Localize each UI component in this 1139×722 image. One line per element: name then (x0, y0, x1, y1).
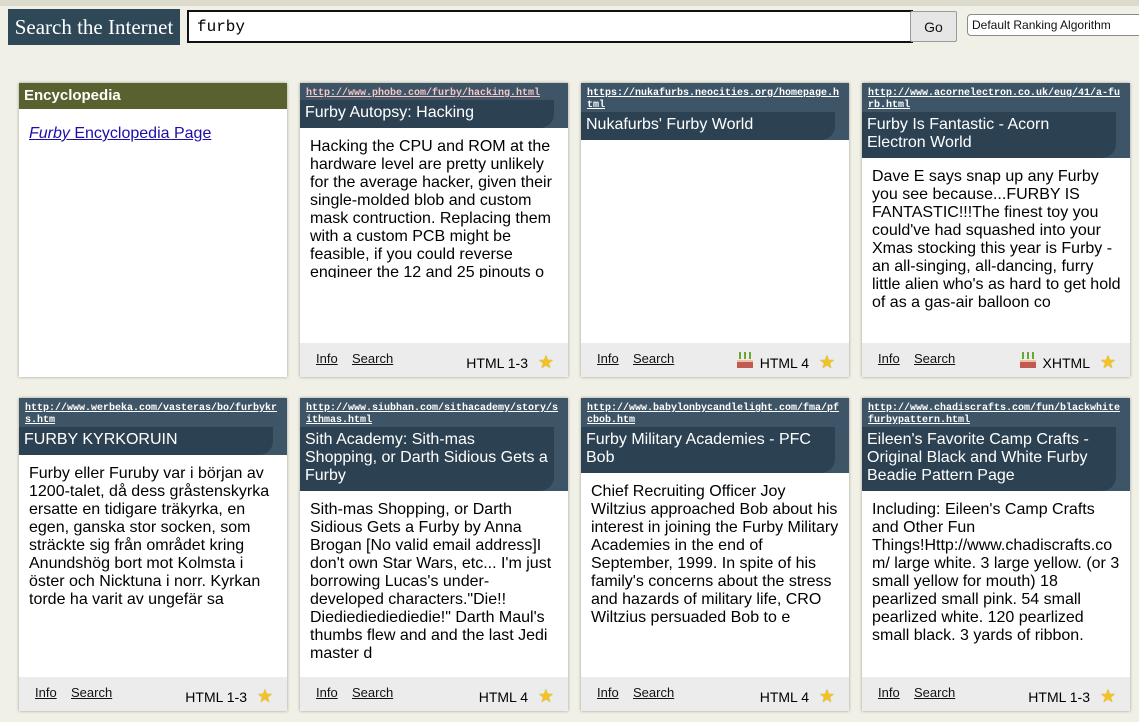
format-label: HTML 4 (759, 355, 809, 371)
search-link[interactable]: Search (914, 351, 955, 366)
star-icon[interactable]: ★ (819, 352, 835, 373)
encyclopedia-header: Encyclopedia (19, 83, 287, 109)
star-icon[interactable]: ★ (1100, 686, 1116, 707)
info-link[interactable]: Info (316, 685, 338, 700)
result-snippet: Sith-mas Shopping, or Darth Sidious Gets… (310, 501, 552, 662)
result-footer: Info Search HTML 4 ★ (300, 677, 568, 711)
info-link[interactable]: Info (597, 685, 619, 700)
star-icon[interactable]: ★ (257, 686, 273, 707)
result-snippet (581, 140, 849, 290)
info-link[interactable]: Info (316, 351, 338, 366)
result-url[interactable]: http://www.babylonbycandlelight.com/fma/… (581, 398, 849, 427)
result-snippet: Chief Recruiting Officer Joy Wiltzius ap… (591, 483, 839, 626)
result-card: http://www.werbeka.com/vasteras/bo/furby… (19, 398, 287, 711)
search-header: Search the Internet Go Default Ranking A… (0, 6, 1139, 48)
result-card: https://nukafurbs.neocities.org/homepage… (581, 83, 849, 377)
result-card: http://www.chadiscrafts.com/fun/blackwhi… (862, 398, 1130, 711)
result-title[interactable]: Furby Military Academies - PFC Bob (581, 427, 835, 473)
encyclopedia-link-term: Furby (29, 125, 70, 142)
encyclopedia-link[interactable]: Furby Encyclopedia Page (29, 125, 287, 143)
result-footer: Info Search HTML 1-3 ★ (19, 677, 287, 711)
result-title[interactable]: Furby Is Fantastic - Acorn Electron Worl… (862, 112, 1116, 158)
search-input[interactable] (187, 10, 913, 43)
result-url[interactable]: http://www.phobe.com/furby/hacking.html (300, 83, 568, 100)
result-title[interactable]: Eileen's Favorite Camp Crafts - Original… (862, 427, 1116, 491)
go-button[interactable]: Go (910, 11, 957, 42)
result-card: http://www.phobe.com/furby/hacking.html F… (300, 83, 568, 377)
info-link[interactable]: Info (878, 351, 900, 366)
result-card: http://www.babylonbycandlelight.com/fma/… (581, 398, 849, 711)
star-icon[interactable]: ★ (538, 352, 554, 373)
info-link[interactable]: Info (878, 685, 900, 700)
result-footer: Info Search XHTML ★ (862, 343, 1130, 377)
result-snippet: Hacking the CPU and ROM at the hardware … (310, 138, 552, 278)
result-footer: Info Search HTML 1-3 ★ (300, 343, 568, 377)
search-link[interactable]: Search (633, 685, 674, 700)
result-footer: Info Search HTML 4 ★ (581, 677, 849, 711)
search-link[interactable]: Search (633, 351, 674, 366)
search-link[interactable]: Search (352, 685, 393, 700)
result-snippet: Dave E says snap up any Furby you see be… (872, 168, 1121, 311)
format-label: XHTML (1042, 355, 1090, 371)
result-title[interactable]: Nukafurbs' Furby World (581, 112, 835, 140)
result-card: http://www.siubhan.com/sithacademy/story… (300, 398, 568, 711)
result-title[interactable]: Furby Autopsy: Hacking (300, 100, 554, 128)
result-footer: Info Search HTML 4 ★ (581, 343, 849, 377)
format-label: HTML 4 (478, 689, 528, 705)
encyclopedia-link-suffix: Encyclopedia Page (69, 125, 212, 142)
result-footer: Info Search HTML 1-3 ★ (862, 677, 1130, 711)
result-snippet: Furby eller Furuby var i början av 1200-… (29, 465, 270, 608)
format-label: HTML 4 (759, 689, 809, 705)
result-url[interactable]: https://nukafurbs.neocities.org/homepage… (581, 83, 849, 112)
result-title[interactable]: Sith Academy: Sith-mas Shopping, or Dart… (300, 427, 554, 491)
format-label: HTML 1-3 (1028, 689, 1090, 705)
result-snippet: Including: Eileen's Camp Crafts and Othe… (872, 501, 1120, 644)
encyclopedia-card: Encyclopedia Furby Encyclopedia Page (19, 83, 287, 377)
format-label: HTML 1-3 (466, 355, 528, 371)
result-card: http://www.acornelectron.co.uk/eug/41/a-… (862, 83, 1130, 377)
search-link[interactable]: Search (352, 351, 393, 366)
format-label: HTML 1-3 (185, 689, 247, 705)
cake-icon (1020, 352, 1036, 368)
result-url[interactable]: http://www.siubhan.com/sithacademy/story… (300, 398, 568, 427)
result-url[interactable]: http://www.chadiscrafts.com/fun/blackwhi… (862, 398, 1130, 427)
result-title[interactable]: FURBY KYRKORUIN (19, 427, 273, 455)
search-link[interactable]: Search (914, 685, 955, 700)
result-url[interactable]: http://www.werbeka.com/vasteras/bo/furby… (19, 398, 287, 427)
cake-icon (737, 352, 753, 368)
ranking-algorithm-select[interactable]: Default Ranking Algorithm (967, 14, 1139, 36)
star-icon[interactable]: ★ (819, 686, 835, 707)
search-link[interactable]: Search (71, 685, 112, 700)
star-icon[interactable]: ★ (538, 686, 554, 707)
site-title: Search the Internet (8, 9, 180, 45)
info-link[interactable]: Info (35, 685, 57, 700)
star-icon[interactable]: ★ (1100, 352, 1116, 373)
result-url[interactable]: http://www.acornelectron.co.uk/eug/41/a-… (862, 83, 1130, 112)
info-link[interactable]: Info (597, 351, 619, 366)
